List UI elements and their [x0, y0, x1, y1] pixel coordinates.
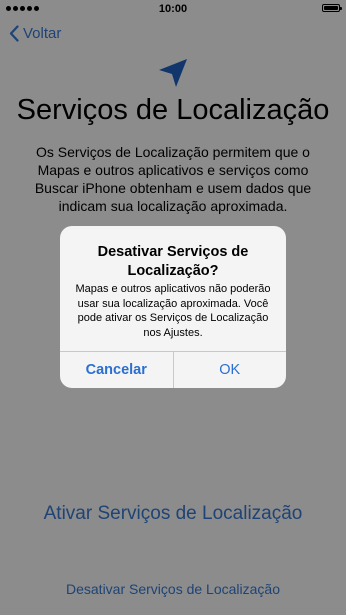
alert-message: Mapas e outros aplicativos não poderão u…: [75, 283, 271, 339]
alert-dialog: Desativar Serviços de Localização? Mapas…: [60, 226, 286, 388]
ok-button[interactable]: OK: [174, 352, 287, 388]
alert-title: Desativar Serviços de Localização?: [97, 244, 249, 279]
setup-screen: 10:00 Voltar Serviços de Localização Os …: [0, 0, 346, 615]
cancel-button[interactable]: Cancelar: [60, 352, 174, 388]
alert-button-row: Cancelar OK: [60, 351, 286, 388]
